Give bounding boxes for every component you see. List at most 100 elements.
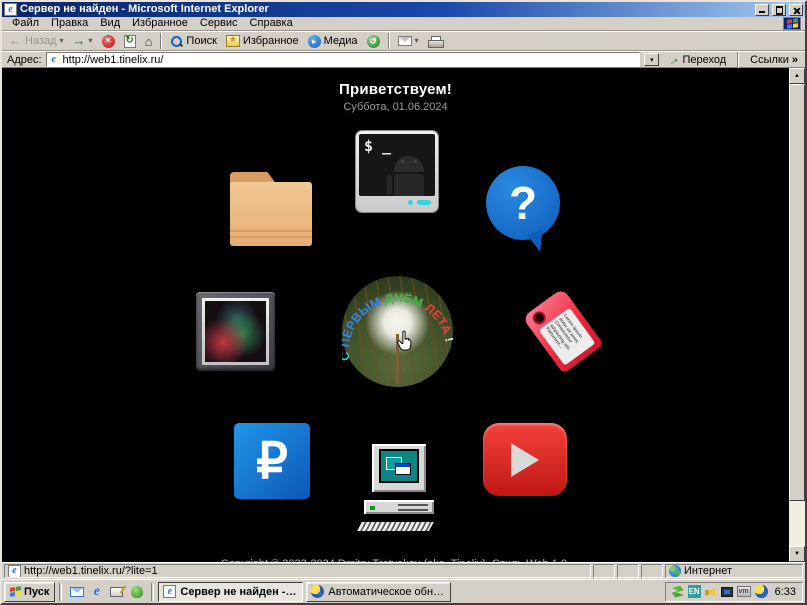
youtube-icon[interactable]	[483, 423, 567, 496]
minimize-button[interactable]	[755, 4, 769, 16]
tray-volume-icon[interactable]	[705, 586, 717, 598]
ruble-icon[interactable]: ₽	[234, 423, 310, 499]
go-button[interactable]: → Переход	[663, 51, 730, 69]
print-button[interactable]	[424, 32, 446, 50]
scroll-up-button[interactable]: ▲	[789, 68, 805, 84]
terminal-screen: $ _	[359, 134, 435, 196]
system-tray: EN vm 6:33	[665, 582, 803, 602]
home-button[interactable]: ⌂	[141, 32, 157, 50]
close-button[interactable]	[789, 4, 803, 16]
internet-explorer-icon[interactable]: e	[89, 584, 104, 599]
tray-update-icon[interactable]	[755, 585, 768, 598]
go-label: Переход	[682, 54, 726, 66]
viewer-photo	[205, 301, 266, 362]
title-bar: e Сервер не найден - Microsoft Internet …	[2, 2, 805, 17]
scrollbar-thumb[interactable]	[789, 84, 805, 501]
viewer-mat	[202, 298, 269, 365]
back-button[interactable]: ← Назад ▾	[5, 32, 68, 50]
folder-line	[230, 236, 312, 238]
address-dropdown-button[interactable]: ▾	[644, 53, 659, 66]
pc-slot	[398, 504, 428, 506]
show-desktop-icon[interactable]	[109, 584, 124, 599]
close-icon	[793, 6, 801, 15]
tray-vm-icon[interactable]: vm	[737, 586, 751, 597]
vertical-scrollbar[interactable]: ▲ ▼	[789, 68, 805, 562]
stop-button[interactable]: ✕	[98, 32, 119, 50]
menu-file[interactable]: Файл	[6, 17, 45, 30]
taskbar: Пуск e e Сервер не найден - М... Автомат…	[2, 579, 805, 603]
forward-button[interactable]: → ▾	[69, 32, 97, 50]
menu-edit[interactable]: Правка	[45, 17, 94, 30]
zone-label: Интернет	[684, 565, 732, 577]
task-button-ie[interactable]: e Сервер не найден - М...	[158, 582, 303, 602]
help-bubble: ?	[486, 166, 560, 240]
pc-screen	[379, 449, 419, 483]
start-button[interactable]: Пуск	[4, 582, 55, 602]
menu-favorites[interactable]: Избранное	[126, 17, 194, 30]
tray-display-icon[interactable]	[721, 587, 733, 597]
toolbar-separator	[160, 33, 162, 49]
media-button[interactable]: ▸ Медиа	[304, 32, 362, 50]
favorites-icon	[226, 35, 240, 47]
terminal-bezel	[359, 196, 435, 208]
back-dropdown-icon[interactable]: ▾	[60, 37, 64, 45]
tray-network-icon[interactable]	[672, 586, 684, 598]
favorites-button[interactable]: Избранное	[222, 32, 303, 50]
mail-button[interactable]: ▾	[394, 32, 423, 50]
outlook-express-icon[interactable]	[69, 584, 84, 599]
search-label: Поиск	[186, 35, 216, 47]
menu-help[interactable]: Справка	[244, 17, 299, 30]
tag-body: Lorem ipsum dolor sit amet. Consectetur …	[522, 288, 604, 374]
pc-slot	[398, 509, 428, 511]
tray-clock[interactable]: 6:33	[772, 586, 796, 598]
links-button[interactable]: Ссылки »	[746, 51, 802, 69]
forward-dropdown-icon[interactable]: ▾	[89, 37, 93, 45]
quick-launch-app-icon[interactable]	[129, 584, 144, 599]
menu-view[interactable]: Вид	[94, 17, 126, 30]
address-input[interactable]: e http://web1.tinelix.ru/	[46, 52, 641, 67]
page-heading: Приветствуем!	[2, 81, 789, 98]
mail-icon	[398, 36, 412, 46]
go-arrow-icon: →	[665, 50, 683, 68]
status-page-icon: e	[8, 565, 21, 578]
favorites-label: Избранное	[243, 35, 299, 47]
scroll-down-button[interactable]: ▼	[789, 546, 805, 562]
search-button[interactable]: Поиск	[166, 32, 220, 50]
taskbar-divider[interactable]	[59, 583, 62, 601]
terminal-led	[417, 200, 431, 205]
internet-zone-icon	[669, 565, 681, 577]
menu-bar: Файл Правка Вид Избранное Сервис Справка	[2, 17, 805, 31]
help-icon[interactable]: ?	[486, 166, 562, 253]
price-tag-icon[interactable]: Lorem ipsum dolor sit amet. Consectetur …	[516, 290, 602, 376]
terminal-icon[interactable]: $ _	[356, 131, 438, 212]
start-flag-icon	[10, 586, 21, 597]
tag-label: Lorem ipsum dolor sit amet. Consectetur …	[539, 308, 596, 366]
page-content: Приветствуем! Суббота, 01.06.2024 $ _ ?	[2, 68, 805, 562]
task-button-update[interactable]: Автоматическое обновл...	[306, 582, 451, 602]
tray-language-indicator[interactable]: EN	[688, 585, 701, 598]
status-zone-pane: Интернет	[665, 564, 803, 578]
addressbar-separator	[737, 52, 739, 68]
restore-button[interactable]	[772, 4, 786, 16]
menu-tools[interactable]: Сервис	[194, 17, 244, 30]
media-label: Медиа	[324, 35, 358, 47]
hand-cursor-icon	[396, 330, 414, 352]
refresh-button[interactable]: ↻	[120, 32, 140, 50]
status-url: http://web1.tinelix.ru/?lite=1	[24, 565, 158, 577]
taskbar-divider[interactable]	[151, 583, 154, 601]
ruble-glyph: ₽	[256, 436, 288, 486]
window-title: Сервер не найден - Microsoft Internet Ex…	[20, 3, 752, 16]
image-viewer-icon[interactable]	[196, 292, 275, 371]
folder-icon[interactable]	[230, 164, 312, 248]
help-bubble-tail	[527, 230, 548, 254]
history-button[interactable]: ↺	[363, 32, 384, 50]
tag-hole	[533, 312, 546, 325]
retro-computer-icon[interactable]	[354, 442, 442, 539]
status-url-pane: e http://web1.tinelix.ru/?lite=1	[4, 564, 591, 578]
home-icon: ⌂	[145, 35, 153, 48]
terminal-led	[408, 200, 413, 205]
mail-dropdown-icon[interactable]: ▾	[415, 37, 419, 45]
quick-launch: e	[66, 584, 147, 599]
browser-window: e Сервер не найден - Microsoft Internet …	[0, 0, 807, 605]
android-robot-icon	[387, 156, 431, 196]
